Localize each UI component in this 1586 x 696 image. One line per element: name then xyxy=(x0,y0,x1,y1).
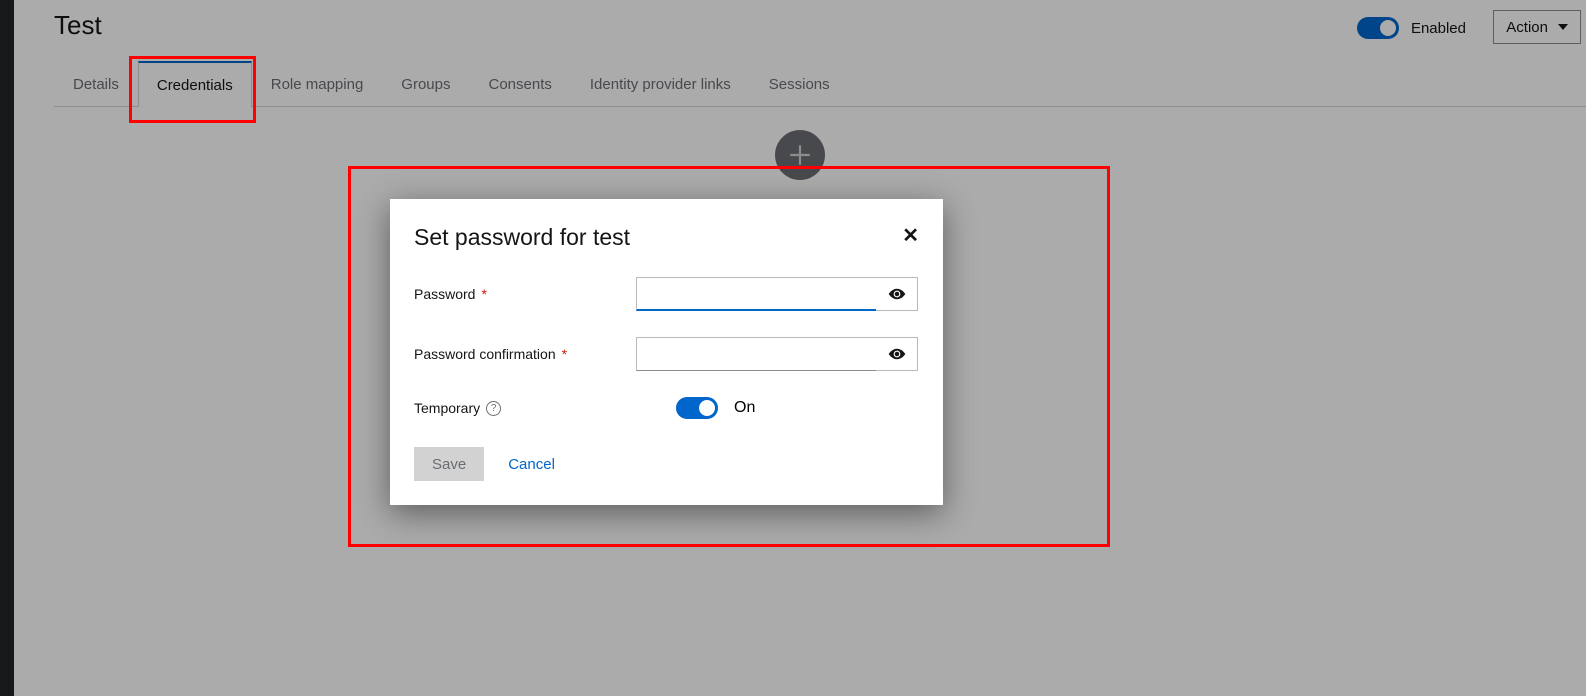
cancel-button[interactable]: Cancel xyxy=(508,456,555,473)
temporary-toggle[interactable] xyxy=(676,397,718,419)
close-icon[interactable]: ✕ xyxy=(902,224,919,246)
required-indicator: * xyxy=(562,346,567,362)
show-confirm-password-button[interactable] xyxy=(876,337,918,371)
password-confirm-label: Password confirmation xyxy=(414,346,556,362)
password-label: Password xyxy=(414,286,475,302)
eye-icon xyxy=(888,285,906,303)
save-button[interactable]: Save xyxy=(414,447,484,481)
temporary-state-label: On xyxy=(734,399,755,417)
help-icon[interactable]: ? xyxy=(486,401,501,416)
show-password-button[interactable] xyxy=(876,277,918,311)
temporary-label: Temporary xyxy=(414,400,480,416)
modal-title: Set password for test xyxy=(414,224,630,251)
set-password-modal: Set password for test ✕ Password * Passw… xyxy=(390,199,943,505)
required-indicator: * xyxy=(481,286,486,302)
eye-icon xyxy=(888,345,906,363)
